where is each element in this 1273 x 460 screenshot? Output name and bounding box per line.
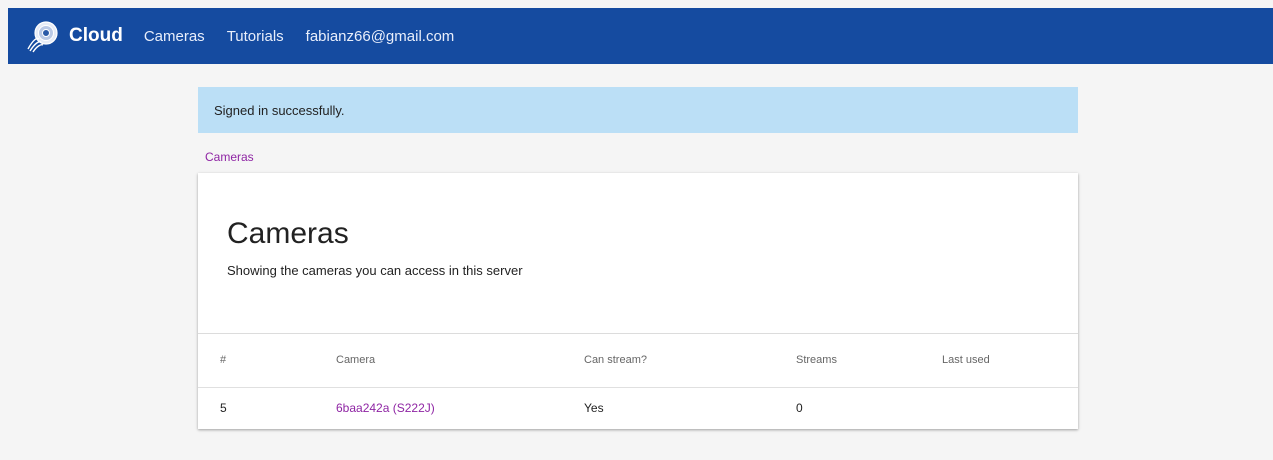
cloud-globe-logo-icon (27, 21, 58, 53)
cell-camera: 6baa242a (S222J) (336, 387, 584, 429)
signin-success-alert: Signed in successfully. (198, 87, 1078, 133)
page-subtitle: Showing the cameras you can access in th… (227, 263, 523, 278)
column-header-last-used: Last used (942, 354, 990, 367)
cameras-table: # Camera Can stream? Streams Last used 5… (198, 334, 1078, 429)
nav-link-tutorials[interactable]: Tutorials (227, 28, 284, 45)
brand-home-link[interactable]: Cloud (25, 18, 123, 54)
table-header-row: # Camera Can stream? Streams Last used (198, 334, 1078, 387)
brand-name: Cloud (69, 25, 123, 46)
cell-streams: 0 (796, 401, 803, 416)
page-title: Cameras (227, 217, 349, 250)
table-row: 5 6baa242a (S222J) Yes 0 (198, 387, 1078, 429)
cell-can-stream: Yes (584, 401, 604, 416)
nav-link-account-email[interactable]: fabianz66@gmail.com (306, 28, 455, 45)
column-header-streams: Streams (796, 354, 837, 367)
column-header-camera: Camera (336, 354, 376, 367)
cell-number: 5 (220, 401, 227, 416)
top-navbar: Cloud Cameras Tutorials fabianz66@gmail.… (8, 8, 1273, 64)
column-header-can-stream: Can stream? (584, 354, 647, 367)
column-header-number: # (220, 354, 227, 367)
breadcrumb-cameras-link[interactable]: Cameras (205, 150, 254, 164)
alert-message: Signed in successfully. (214, 102, 345, 118)
camera-link[interactable]: 6baa242a (S222J) (336, 401, 435, 415)
cell-last-used (942, 387, 1078, 429)
cameras-card: Cameras Showing the cameras you can acce… (198, 173, 1078, 429)
nav-link-cameras[interactable]: Cameras (144, 28, 205, 45)
